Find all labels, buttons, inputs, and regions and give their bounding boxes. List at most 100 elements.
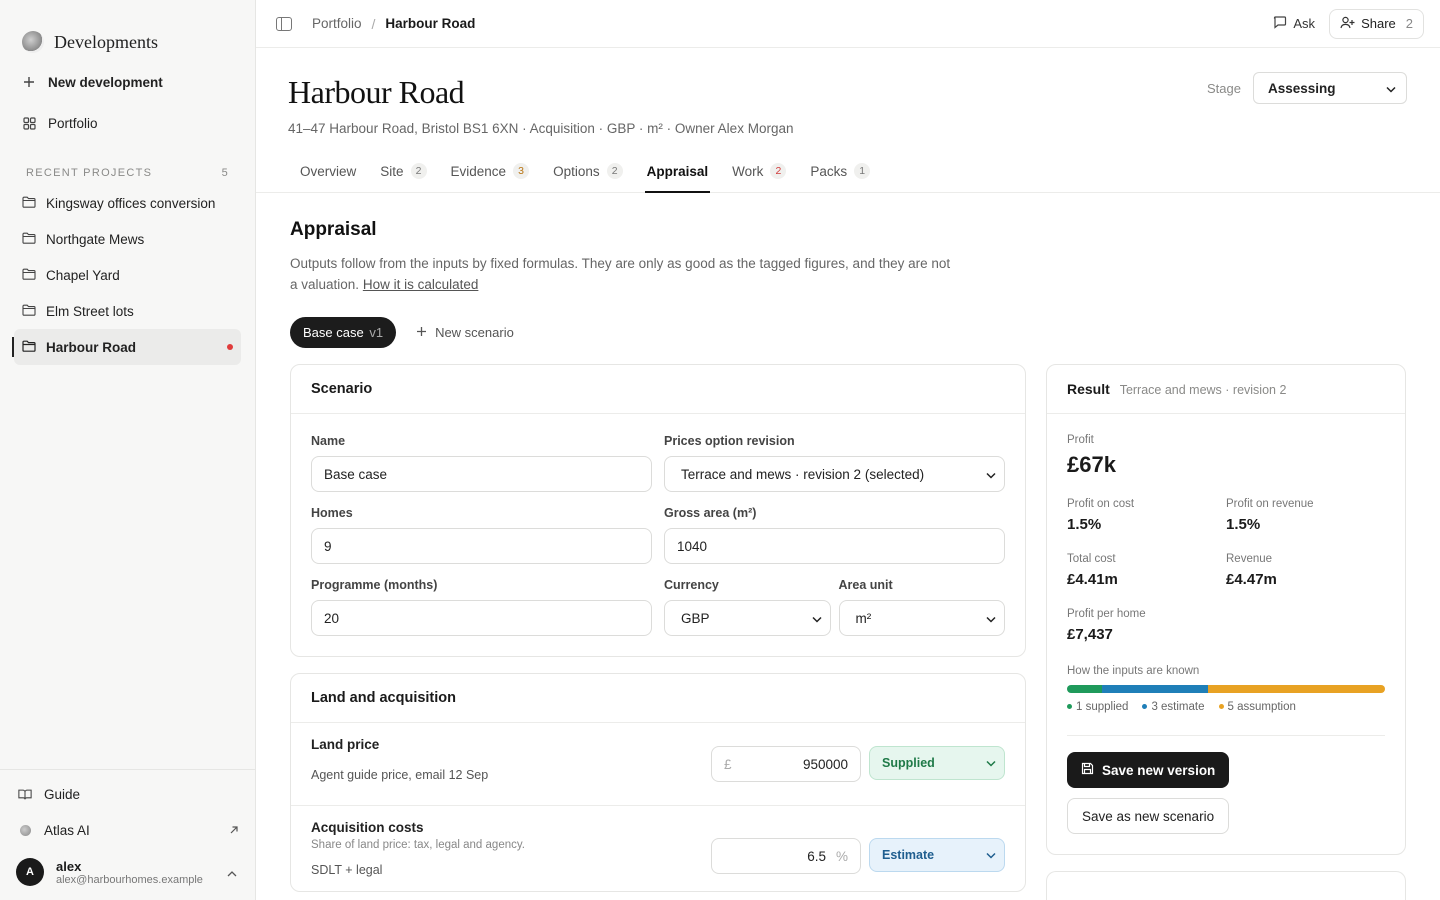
user-name: alex <box>56 858 82 874</box>
new-development-label: New development <box>48 74 163 90</box>
land-price-input[interactable]: £ 950000 <box>711 746 861 782</box>
inputs-known-legend-item: 5 assumption <box>1218 701 1296 713</box>
brand-name: Developments <box>54 31 158 52</box>
tab-options[interactable]: Options 2 <box>541 163 635 192</box>
new-scenario-button[interactable]: New scenario <box>416 325 514 340</box>
programme-input[interactable]: 20 <box>311 600 652 636</box>
acquisition-costs-tag-value: Estimate <box>882 848 935 862</box>
tab-label: Site <box>380 163 404 179</box>
tab-overview[interactable]: Overview <box>288 163 368 192</box>
atlas-ai-link[interactable]: Atlas AI <box>0 812 255 848</box>
metric-profit-per-home: Profit per home £7,437 <box>1067 608 1226 643</box>
currency-select[interactable]: GBP <box>664 600 831 636</box>
user-menu[interactable]: A alex alex@harbourhomes.example <box>0 848 255 900</box>
sidebar-item-portfolio[interactable]: Portfolio <box>0 105 255 141</box>
plus-icon <box>416 325 427 340</box>
prices-select[interactable]: Terrace and mews · revision 2 (selected) <box>664 456 1005 492</box>
project-label: Harbour Road <box>46 339 137 355</box>
legend-dot-icon <box>1067 704 1072 710</box>
metric-label: Profit on cost <box>1067 498 1135 510</box>
save-new-version-button[interactable]: Save new version <box>1067 752 1230 788</box>
how-calculated-link[interactable]: How it is calculated <box>363 277 479 292</box>
area-unit-field-label: Area unit <box>838 578 893 592</box>
land-price-tag-select[interactable]: Supplied <box>869 746 1005 780</box>
inputs-known-bar <box>1067 685 1385 693</box>
new-development-button[interactable]: New development <box>0 64 255 100</box>
programme-value: 20 <box>324 610 340 626</box>
folder-icon <box>22 304 36 319</box>
metric-profit-on-revenue: Profit on revenue 1.5% <box>1226 498 1385 533</box>
add-user-icon <box>1340 16 1355 32</box>
land-card: Land and acquisition Land price Agent gu… <box>290 673 1026 892</box>
chevron-up-icon <box>227 864 237 880</box>
save-new-version-label: Save new version <box>1102 762 1216 778</box>
programme-field-group: Programme (months) 20 <box>311 578 652 636</box>
gross-area-input[interactable]: 1040 <box>664 528 1005 564</box>
tab-site[interactable]: Site 2 <box>368 163 438 192</box>
atlas-logo-icon <box>18 823 32 837</box>
brand-logo-icon <box>22 31 44 53</box>
homes-input[interactable]: 9 <box>311 528 652 564</box>
inputs-known-legend-item: 1 supplied <box>1067 701 1128 713</box>
project-item[interactable]: Elm Street lots <box>14 293 241 329</box>
scenario-fields: Name Base case Prices option revision Te… <box>291 414 1025 656</box>
share-button[interactable]: Share 2 <box>1329 8 1424 39</box>
acquisition-costs-input[interactable]: 6.5 % <box>711 838 861 874</box>
grid-icon <box>22 116 36 130</box>
metric-revenue: Revenue £4.47m <box>1226 553 1385 588</box>
currency-field-group: Currency GBP <box>664 578 831 636</box>
sidebar: Developments New development Portfolio R… <box>0 0 256 900</box>
inputs-known-segment <box>1102 685 1209 693</box>
ask-button[interactable]: Ask <box>1273 15 1315 32</box>
chat-icon <box>1273 15 1287 32</box>
brand[interactable]: Developments <box>0 0 255 64</box>
folder-icon <box>22 340 36 355</box>
gross-area-value: 1040 <box>677 538 708 554</box>
homes-value: 9 <box>324 538 332 554</box>
save-as-new-scenario-button[interactable]: Save as new scenario <box>1067 798 1230 834</box>
inputs-known-legend: 1 supplied 3 estimate 5 assumption <box>1067 701 1385 713</box>
project-item[interactable]: Northgate Mews <box>14 221 241 257</box>
currency-field-label: Currency <box>664 578 719 592</box>
guide-link[interactable]: Guide <box>0 776 255 812</box>
result-card: Result Terrace and mews · revision 2 Pro… <box>1046 364 1406 855</box>
scenario-pill[interactable]: Base case v1 <box>290 317 397 348</box>
project-item[interactable]: Kingsway offices conversion <box>14 185 241 221</box>
external-arrow-icon <box>229 822 239 838</box>
land-card-title: Land and acquisition <box>291 674 1025 723</box>
metric-total-cost: Total cost £4.41m <box>1067 553 1226 588</box>
project-label: Chapel Yard <box>46 267 120 283</box>
stage-value: Assessing <box>1268 80 1336 96</box>
stage-select[interactable]: Assessing <box>1253 72 1407 104</box>
appraisal-columns: Scenario Name Base case Prices option re… <box>290 364 1406 900</box>
tab-packs[interactable]: Packs 1 <box>798 163 882 192</box>
metric-value: £7,437 <box>1067 626 1113 643</box>
recent-projects-count: 5 <box>221 167 229 179</box>
page-header: Harbour Road 41–47 Harbour Road, Bristol… <box>256 48 1440 193</box>
tab-label: Appraisal <box>646 163 709 179</box>
page-subtitle: 41–47 Harbour Road, Bristol BS1 6XN · Ac… <box>288 121 794 136</box>
legend-label: 3 estimate <box>1151 701 1205 713</box>
project-label: Northgate Mews <box>46 231 145 247</box>
tab-appraisal[interactable]: Appraisal <box>635 163 721 193</box>
project-item[interactable]: Chapel Yard <box>14 257 241 293</box>
gross-area-field-label: Gross area (m²) <box>664 506 757 520</box>
tab-evidence[interactable]: Evidence 3 <box>439 163 542 192</box>
name-input[interactable]: Base case <box>311 456 652 492</box>
metric-value: 1.5% <box>1226 516 1261 533</box>
name-value: Base case <box>324 466 388 482</box>
tab-label: Work <box>732 163 764 179</box>
area-unit-select[interactable]: m² <box>838 600 1005 636</box>
acquisition-costs-tag-select[interactable]: Estimate <box>869 838 1005 872</box>
sidebar-toggle-icon[interactable] <box>276 16 292 31</box>
book-icon <box>18 787 32 801</box>
folder-icon <box>22 196 36 211</box>
project-item-active[interactable]: Harbour Road <box>12 329 241 365</box>
share-label: Share <box>1361 16 1396 31</box>
metric-label: Profit on revenue <box>1226 498 1314 510</box>
metric-label: Total cost <box>1067 553 1116 565</box>
tab-work[interactable]: Work 2 <box>720 163 798 192</box>
folder-icon <box>22 232 36 247</box>
breadcrumb-portfolio[interactable]: Portfolio <box>312 16 362 31</box>
scenario-version: v1 <box>369 325 384 340</box>
